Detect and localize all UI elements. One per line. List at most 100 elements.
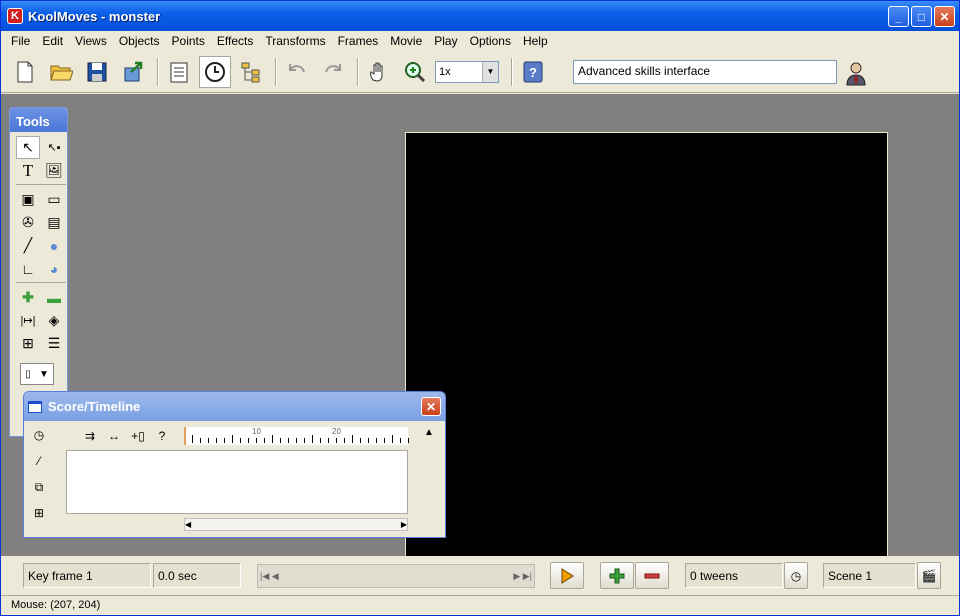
minimize-icon: _: [895, 9, 902, 24]
remove-point-tool[interactable]: ▬: [42, 286, 66, 309]
redo-icon: [325, 63, 341, 72]
scroll-right-icon[interactable]: ▶: [401, 520, 407, 529]
select-arrow-tool[interactable]: ↖: [16, 136, 40, 159]
properties-button[interactable]: [163, 56, 195, 88]
open-file-button[interactable]: [45, 56, 77, 88]
zoom-value: 1x: [439, 65, 451, 78]
ruler-tick: [224, 438, 225, 443]
scene-tree-button[interactable]: [235, 56, 267, 88]
scroll-left-icon[interactable]: ◀: [185, 520, 191, 529]
menu-movie[interactable]: Movie: [384, 34, 428, 48]
menu-bar: File Edit Views Objects Points Effects T…: [1, 31, 959, 51]
subselect-tool[interactable]: ↖▪: [42, 136, 66, 159]
timeline-wand-button[interactable]: ⁄: [28, 450, 50, 472]
text-tool[interactable]: T: [16, 159, 40, 182]
ruler-tick: [264, 438, 265, 443]
timeline-help-button[interactable]: ?: [152, 427, 172, 445]
frame-ruler[interactable]: 10 20: [184, 427, 409, 445]
undo-button[interactable]: [281, 56, 313, 88]
first-frame-icon[interactable]: |◀ ◀: [260, 571, 279, 582]
timeline-layers-area[interactable]: [66, 450, 408, 514]
timeline-close-button[interactable]: ✕: [421, 397, 441, 416]
window-title: KoolMoves - monster: [28, 8, 161, 24]
close-button[interactable]: ✕: [934, 6, 955, 27]
minimize-button[interactable]: _: [888, 6, 909, 27]
timeline-clock-button[interactable]: ◷: [28, 424, 50, 446]
menu-frames[interactable]: Frames: [332, 34, 385, 48]
menu-views[interactable]: Views: [69, 34, 113, 48]
hand-pan-button[interactable]: [363, 56, 395, 88]
video-frame-icon: ▤: [47, 214, 61, 230]
image-tool[interactable]: 🖼: [42, 159, 66, 182]
group-tool[interactable]: ⊞: [16, 332, 40, 355]
subselect-pointer-icon: ↖▪: [47, 142, 61, 154]
koolmoves-app-icon[interactable]: K: [7, 8, 23, 24]
menu-help[interactable]: Help: [517, 34, 554, 48]
menu-play[interactable]: Play: [428, 34, 463, 48]
timeline-frames-button[interactable]: ⊞: [28, 502, 50, 524]
timeline-toggle-button[interactable]: [199, 55, 231, 88]
zoom-button[interactable]: [399, 56, 431, 88]
menu-objects[interactable]: Objects: [113, 34, 166, 48]
corner-shape-icon: ∟: [21, 260, 35, 277]
clock-icon: ◷: [790, 568, 802, 583]
move-frames-button[interactable]: ⇉: [80, 427, 100, 445]
freeform-tool[interactable]: ◕: [42, 257, 66, 280]
paint-bucket-tool[interactable]: ◈: [42, 309, 66, 332]
collapse-up-button[interactable]: ▲: [421, 424, 437, 440]
tool-options-dropdown[interactable]: ▯ ▼: [20, 363, 54, 385]
title-bar[interactable]: K KoolMoves - monster _ □ ✕: [1, 1, 959, 31]
zoom-select[interactable]: 1x ▼: [435, 60, 499, 83]
timeline-title: Score/Timeline: [48, 399, 141, 414]
ellipse-tool[interactable]: ●: [42, 234, 66, 257]
magic-wand-icon: ⁄: [37, 454, 40, 468]
ruler-tick: [352, 435, 353, 443]
menu-transforms[interactable]: Transforms: [259, 34, 331, 48]
menu-file[interactable]: File: [5, 34, 36, 48]
tween-settings-button[interactable]: ◷: [784, 562, 808, 589]
play-button[interactable]: [550, 562, 584, 589]
save-button[interactable]: [81, 56, 113, 88]
redo-button[interactable]: [317, 56, 349, 88]
chevron-down-icon[interactable]: ▼: [482, 61, 498, 82]
ruler-tick: [400, 438, 401, 443]
new-file-icon: [17, 61, 33, 82]
user-profile-icon[interactable]: [844, 60, 868, 86]
menu-effects[interactable]: Effects: [211, 34, 259, 48]
timeline-layers-button[interactable]: ⧉: [28, 476, 50, 498]
video-tool[interactable]: ▤: [42, 211, 66, 234]
align-tool[interactable]: ☰: [42, 332, 66, 355]
timeline-title-bar[interactable]: Score/Timeline: [24, 392, 445, 421]
menu-points[interactable]: Points: [166, 34, 211, 48]
line-tool[interactable]: ╱: [16, 234, 40, 257]
insert-frame-icon: +▯: [131, 429, 145, 443]
maximize-button[interactable]: □: [911, 6, 932, 27]
corner-tool[interactable]: ∟: [16, 257, 40, 280]
menu-edit[interactable]: Edit: [36, 34, 69, 48]
help-button[interactable]: ?: [517, 56, 549, 88]
line-icon: ╱: [23, 237, 33, 253]
button-tool[interactable]: ▣: [16, 188, 40, 211]
add-frame-button[interactable]: [600, 562, 634, 589]
last-frame-icon[interactable]: ▶ ▶|: [513, 571, 532, 582]
movie-clip-tool[interactable]: ✇: [16, 211, 40, 234]
timeline-horizontal-scrollbar[interactable]: ◀ ▶: [184, 518, 408, 531]
menu-options[interactable]: Options: [464, 34, 517, 48]
tools-panel-title[interactable]: Tools: [10, 108, 67, 132]
open-folder-icon: [50, 65, 73, 80]
arrow-pointer-icon: ↖: [22, 139, 34, 155]
insert-frame-button[interactable]: +▯: [128, 427, 148, 445]
scene-button[interactable]: 🎬: [917, 562, 941, 589]
new-file-button[interactable]: [9, 56, 41, 88]
stage-canvas[interactable]: [405, 132, 888, 562]
export-button[interactable]: [117, 56, 149, 88]
interface-mode-field[interactable]: Advanced skills interface: [573, 60, 837, 84]
add-point-tool[interactable]: ✚: [16, 286, 40, 309]
remove-frame-button[interactable]: [635, 562, 669, 589]
ruler-tick: [320, 438, 321, 443]
frame-tool[interactable]: ▭: [42, 188, 66, 211]
stretch-button[interactable]: ↔: [104, 427, 124, 445]
ruler-tick: [200, 438, 201, 443]
frame-slider[interactable]: |◀ ◀ ▶ ▶|: [257, 564, 535, 588]
transform-tool[interactable]: |↦|: [16, 309, 40, 332]
